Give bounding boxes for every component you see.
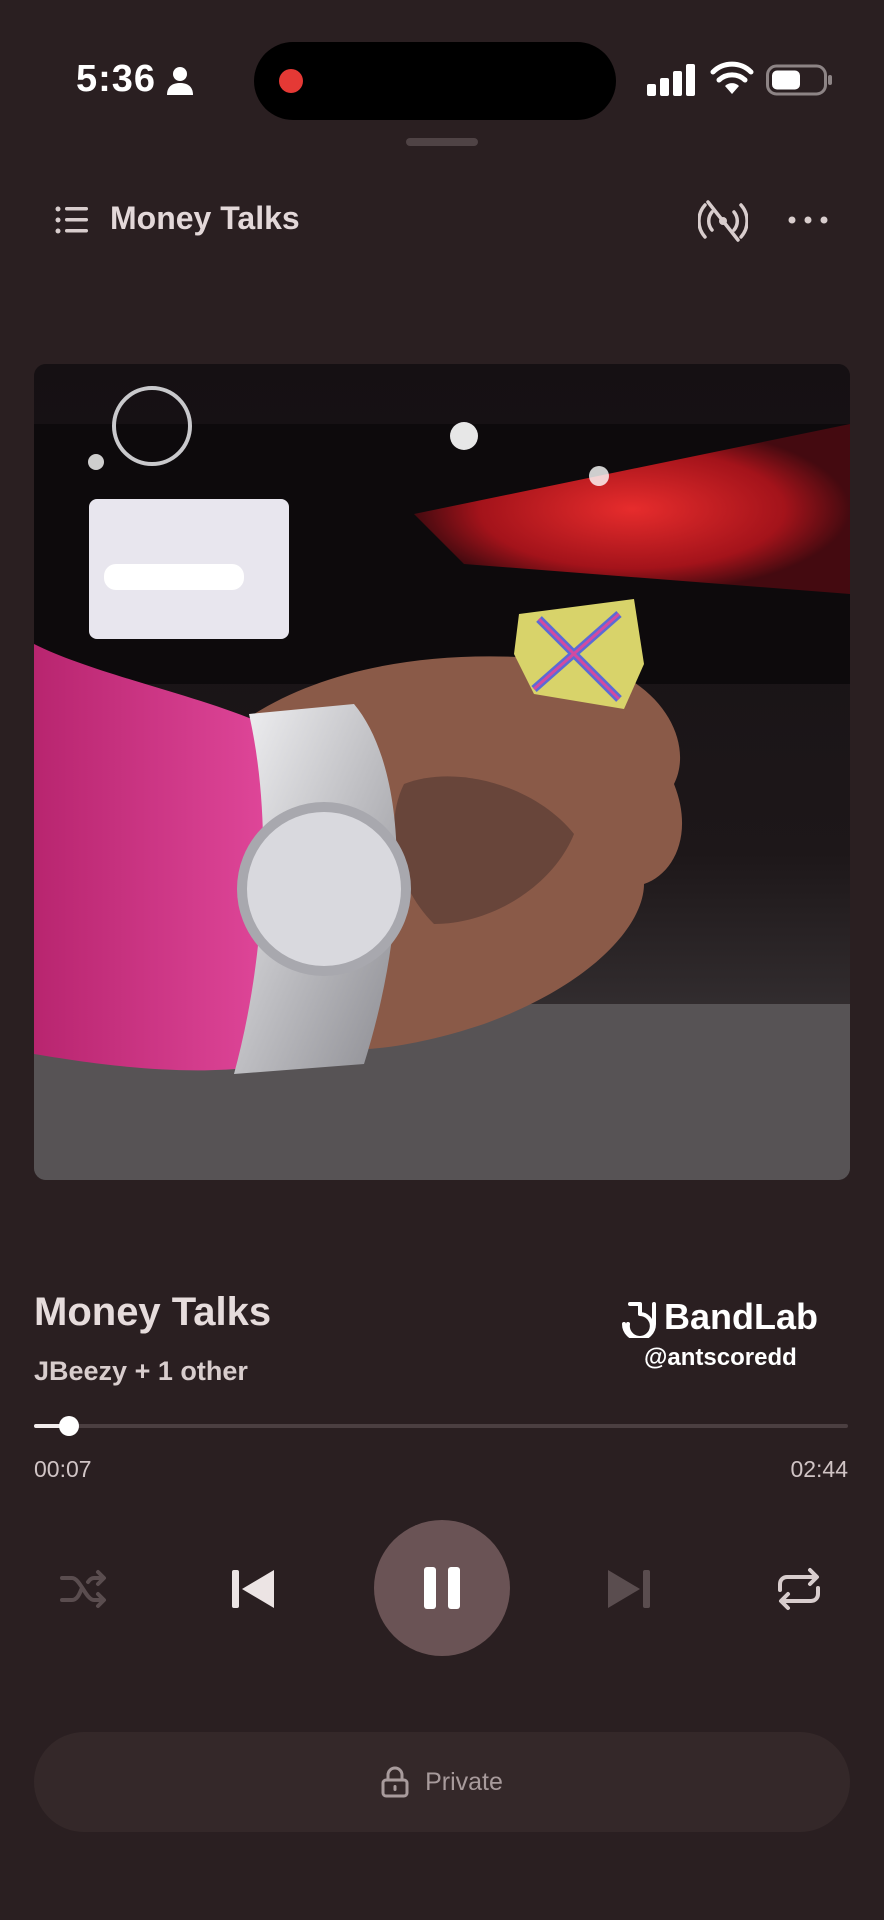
progress-knob[interactable] — [59, 1416, 79, 1436]
visibility-label: Private — [425, 1767, 503, 1796]
status-time: 5:36 — [76, 58, 157, 100]
player-header: Money Talks — [0, 190, 884, 250]
header-title: Money Talks — [110, 200, 300, 236]
bandlab-wordmark: BandLab — [664, 1296, 819, 1337]
track-title: Money Talks — [34, 1290, 272, 1334]
visibility-button[interactable]: Private — [34, 1732, 850, 1832]
album-artwork — [34, 364, 850, 1180]
previous-icon[interactable] — [228, 1566, 278, 1612]
signal-icon — [647, 64, 695, 96]
person-icon — [167, 67, 193, 95]
bandlab-watermark: BandLab @antscoredd — [620, 1296, 820, 1376]
repeat-icon[interactable] — [774, 1566, 824, 1612]
track-artists[interactable]: JBeezy + 1 other — [34, 1356, 248, 1387]
shuffle-icon[interactable] — [58, 1566, 110, 1612]
pause-button[interactable] — [374, 1520, 510, 1656]
bandlab-logo-icon — [622, 1302, 656, 1338]
wifi-icon — [710, 61, 754, 94]
cast-off-icon[interactable] — [698, 198, 748, 244]
pause-icon — [424, 1567, 460, 1609]
sheet-grabber[interactable] — [406, 138, 478, 146]
dynamic-island — [254, 42, 616, 120]
progress-bar[interactable] — [34, 1416, 848, 1436]
bandlab-handle: @antscoredd — [644, 1344, 797, 1371]
more-icon[interactable] — [786, 204, 830, 236]
battery-icon — [766, 64, 832, 96]
lock-icon — [381, 1766, 409, 1798]
total-time: 02:44 — [790, 1456, 848, 1482]
recording-indicator — [279, 69, 303, 93]
next-icon[interactable] — [604, 1566, 654, 1612]
status-bar: 5:36 — [0, 0, 884, 146]
elapsed-time: 00:07 — [34, 1456, 92, 1482]
list-icon[interactable] — [54, 204, 90, 236]
